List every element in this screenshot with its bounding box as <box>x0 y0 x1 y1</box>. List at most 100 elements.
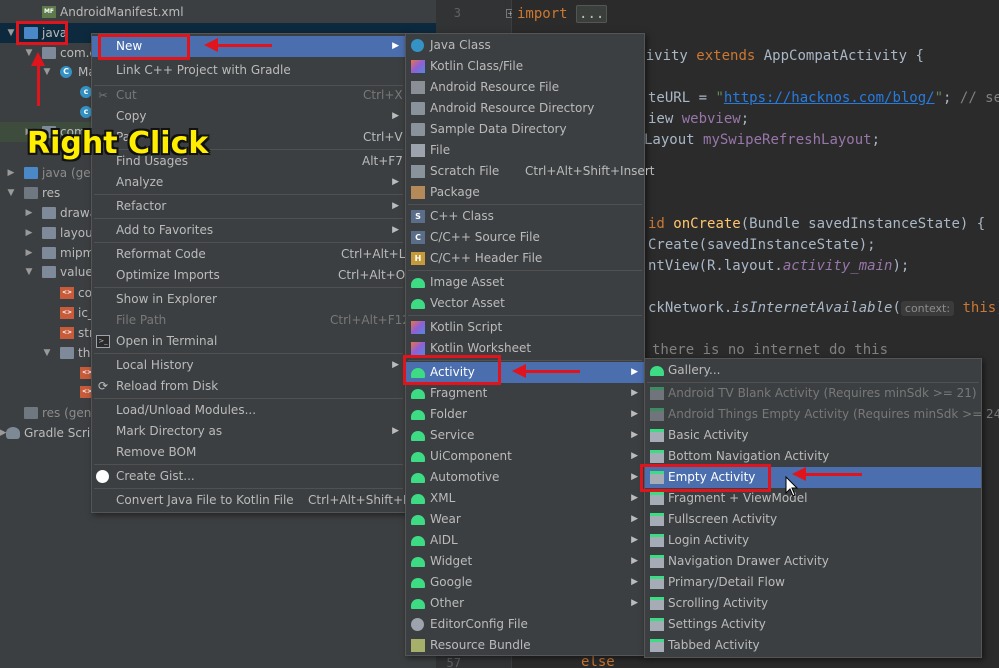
menu-item-service[interactable]: Service ▶ <box>406 425 644 446</box>
menu-item-other[interactable]: Other ▶ <box>406 593 644 614</box>
folder-icon <box>42 266 56 278</box>
chevron-right-icon[interactable]: ▶ <box>24 243 34 263</box>
mouse-cursor-icon <box>785 476 799 497</box>
menu-item-local-history[interactable]: Local History ▶ <box>92 355 405 376</box>
menu-item-load-unload-modules[interactable]: Load/Unload Modules... <box>92 400 405 421</box>
menu-item-package[interactable]: Package <box>406 182 644 203</box>
chevron-right-icon[interactable]: ▶ <box>6 163 16 183</box>
submenu-arrow-icon: ▶ <box>631 367 638 377</box>
menu-item-show-in-explorer[interactable]: Show in Explorer <box>92 289 405 310</box>
menu-item-add-to-favorites[interactable]: Add to Favorites ▶ <box>92 220 405 241</box>
menu-item-login-activity[interactable]: Login Activity <box>645 530 981 551</box>
menu-item-resource-bundle[interactable]: Resource Bundle <box>406 635 644 656</box>
menu-item-settings-activity[interactable]: Settings Activity <box>645 614 981 635</box>
android-icon <box>411 536 425 546</box>
menu-item-fragment[interactable]: Fragment ▶ <box>406 383 644 404</box>
folder-icon <box>411 123 425 136</box>
menu-item-cut[interactable]: ✂ Cut Ctrl+X <box>92 85 405 106</box>
chevron-down-icon[interactable]: ▼ <box>42 343 52 363</box>
menu-item-copy[interactable]: Copy ▶ <box>92 106 405 127</box>
layout-template-icon <box>650 408 664 421</box>
menu-separator <box>94 464 403 465</box>
menu-item-scratch-file[interactable]: Scratch File Ctrl+Alt+Shift+Insert <box>406 161 654 182</box>
layout-template-icon <box>650 555 664 568</box>
menu-item-mark-directory-as[interactable]: Mark Directory as ▶ <box>92 421 405 442</box>
chevron-down-icon[interactable]: ▼ <box>6 23 16 43</box>
menu-item-remove-bom[interactable]: Remove BOM <box>92 442 405 463</box>
context-menu[interactable]: New ▶ Link C++ Project with Gradle ✂ Cut… <box>91 33 411 513</box>
menu-item-vector-asset[interactable]: Vector Asset <box>406 293 644 314</box>
menu-item-refactor[interactable]: Refactor ▶ <box>92 196 405 217</box>
menu-item-file-path[interactable]: File Path Ctrl+Alt+F12 <box>92 310 410 331</box>
menu-item-tabbed-activity[interactable]: Tabbed Activity <box>645 635 981 656</box>
resource-file-icon <box>411 81 425 94</box>
menu-item-automotive[interactable]: Automotive ▶ <box>406 467 644 488</box>
menu-item-link-cpp[interactable]: Link C++ Project with Gradle <box>92 60 405 81</box>
annotation-arrow-shaft <box>37 64 40 106</box>
activity-submenu[interactable]: Gallery... Android TV Blank Activity (Re… <box>644 358 999 658</box>
new-submenu[interactable]: Java Class Kotlin Class/File Android Res… <box>405 33 654 656</box>
menu-item-analyze[interactable]: Analyze ▶ <box>92 172 405 193</box>
menu-item-convert-to-kotlin[interactable]: Convert Java File to Kotlin File Ctrl+Al… <box>92 490 411 511</box>
menu-item-cpp-header[interactable]: H C/C++ Header File <box>406 248 644 269</box>
submenu-arrow-icon: ▶ <box>392 111 399 121</box>
menu-item-uicomponent[interactable]: UiComponent ▶ <box>406 446 644 467</box>
menu-item-aidl[interactable]: AIDL ▶ <box>406 530 644 551</box>
menu-item-open-in-terminal[interactable]: >_ Open in Terminal <box>92 331 405 352</box>
package-icon <box>411 186 425 199</box>
menu-item-navigation-drawer-activity[interactable]: Navigation Drawer Activity <box>645 551 981 572</box>
chevron-down-icon[interactable]: ▼ <box>24 262 34 282</box>
menu-item-file[interactable]: File <box>406 140 644 161</box>
submenu-arrow-icon: ▶ <box>392 201 399 211</box>
submenu-arrow-icon: ▶ <box>631 430 638 440</box>
menu-item-widget[interactable]: Widget ▶ <box>406 551 644 572</box>
menu-item-primary-detail-flow[interactable]: Primary/Detail Flow <box>645 572 981 593</box>
submenu-arrow-icon: ▶ <box>392 360 399 370</box>
menu-item-sample-data-directory[interactable]: Sample Data Directory <box>406 119 644 140</box>
android-icon <box>411 557 425 567</box>
layout-template-icon <box>650 597 664 610</box>
code-line: teURL = "https://hacknos.com/blog/"; // … <box>648 90 999 106</box>
folder-icon <box>24 167 38 179</box>
chevron-down-icon[interactable]: ▼ <box>6 183 16 203</box>
menu-item-kotlin-class[interactable]: Kotlin Class/File <box>406 56 644 77</box>
submenu-arrow-icon: ▶ <box>631 535 638 545</box>
menu-item-kotlin-script[interactable]: Kotlin Script <box>406 317 644 338</box>
menu-item-fullscreen-activity[interactable]: Fullscreen Activity <box>645 509 981 530</box>
menu-separator <box>94 218 403 219</box>
tree-item-manifest[interactable]: MF AndroidManifest.xml <box>0 2 436 22</box>
android-icon <box>411 494 425 504</box>
android-icon <box>411 578 425 588</box>
cpp-class-icon: S <box>411 210 425 223</box>
menu-item-android-resource-directory[interactable]: Android Resource Directory <box>406 98 644 119</box>
menu-item-create-gist[interactable]: Create Gist... <box>92 466 405 487</box>
submenu-arrow-icon: ▶ <box>631 493 638 503</box>
menu-item-optimize-imports[interactable]: Optimize Imports Ctrl+Alt+O <box>92 265 405 286</box>
code-line: iew webview; <box>648 111 750 127</box>
xml-file-icon: <> <box>60 287 74 299</box>
menu-item-scrolling-activity[interactable]: Scrolling Activity <box>645 593 981 614</box>
code-line: ckNetwork.isInternetAvailable(context: t… <box>648 300 999 316</box>
menu-item-image-asset[interactable]: Image Asset <box>406 272 644 293</box>
android-icon <box>650 366 664 376</box>
menu-item-things-empty-activity[interactable]: Android Things Empty Activity (Requires … <box>645 404 999 425</box>
menu-item-cpp-class[interactable]: S C++ Class <box>406 206 644 227</box>
chevron-right-icon[interactable]: ▶ <box>24 223 34 243</box>
menu-item-google[interactable]: Google ▶ <box>406 572 644 593</box>
menu-item-cpp-source[interactable]: C C/C++ Source File <box>406 227 644 248</box>
menu-item-reload-from-disk[interactable]: ⟳ Reload from Disk <box>92 376 405 397</box>
menu-separator <box>94 488 403 489</box>
layout-template-icon <box>650 450 664 463</box>
menu-item-android-resource-file[interactable]: Android Resource File <box>406 77 644 98</box>
class-icon: C <box>60 66 72 78</box>
menu-item-reformat-code[interactable]: Reformat Code Ctrl+Alt+L <box>92 244 405 265</box>
menu-item-basic-activity[interactable]: Basic Activity <box>645 425 981 446</box>
menu-item-folder[interactable]: Folder ▶ <box>406 404 644 425</box>
menu-item-gallery[interactable]: Gallery... <box>645 360 981 381</box>
chevron-right-icon[interactable]: ▶ <box>24 203 34 223</box>
menu-item-xml[interactable]: XML ▶ <box>406 488 644 509</box>
menu-item-java-class[interactable]: Java Class <box>406 35 644 56</box>
menu-item-tv-blank-activity[interactable]: Android TV Blank Activity (Requires minS… <box>645 383 981 404</box>
menu-item-editorconfig[interactable]: EditorConfig File <box>406 614 644 635</box>
menu-item-wear[interactable]: Wear ▶ <box>406 509 644 530</box>
